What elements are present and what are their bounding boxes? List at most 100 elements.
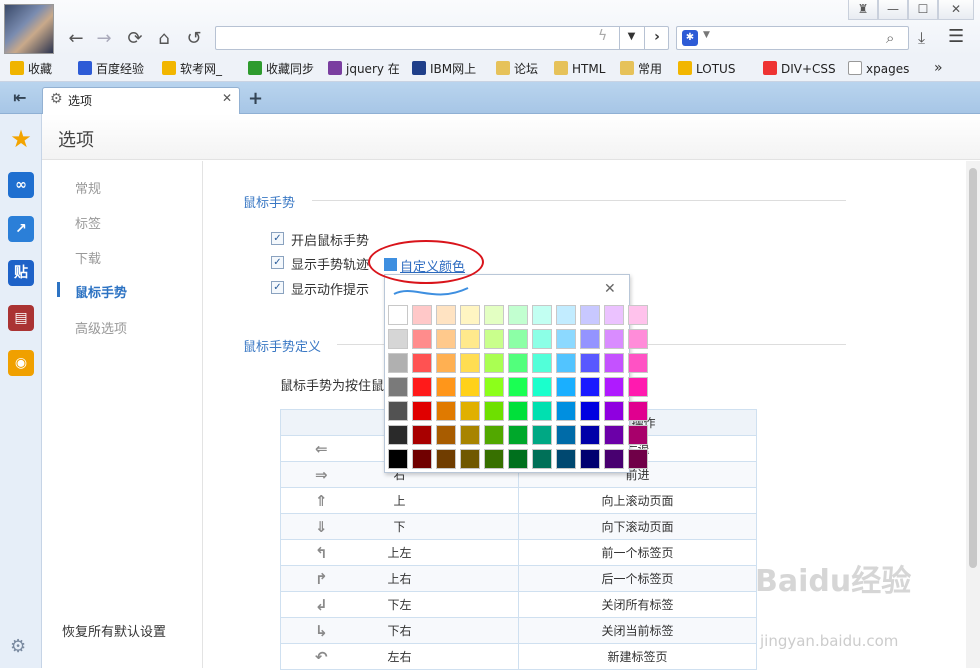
tab-close-icon[interactable]: ✕ <box>222 91 232 105</box>
color-swatch-cell[interactable] <box>580 401 600 421</box>
color-swatch-cell[interactable] <box>484 329 504 349</box>
favorites-star-icon[interactable]: ★ <box>8 126 34 152</box>
close-icon[interactable]: ✕ <box>604 281 616 297</box>
color-swatch-cell[interactable] <box>604 449 624 469</box>
forward-icon[interactable]: → <box>93 28 115 50</box>
color-swatch-cell[interactable] <box>484 353 504 373</box>
color-swatch-cell[interactable] <box>436 329 456 349</box>
nav-general[interactable]: 常规 <box>75 178 101 197</box>
color-swatch-cell[interactable] <box>388 353 408 373</box>
go-icon[interactable]: › <box>644 26 669 50</box>
nav-advanced[interactable]: 高级选项 <box>75 318 127 337</box>
color-swatch-cell[interactable] <box>508 305 528 325</box>
bookmark-item[interactable]: HTML <box>554 60 605 78</box>
color-swatch-cell[interactable] <box>556 353 576 373</box>
color-swatch-cell[interactable] <box>580 449 600 469</box>
color-swatch-cell[interactable] <box>508 449 528 469</box>
nav-tabs[interactable]: 标签 <box>75 213 101 232</box>
color-swatch-cell[interactable] <box>508 377 528 397</box>
back-icon[interactable]: ← <box>65 28 87 50</box>
color-swatch-cell[interactable] <box>604 305 624 325</box>
download-icon[interactable]: ⤓ <box>918 28 925 48</box>
color-swatch-cell[interactable] <box>508 401 528 421</box>
search-engine-dropdown-icon[interactable]: ▼ <box>703 30 710 40</box>
color-swatch-cell[interactable] <box>580 353 600 373</box>
search-input[interactable] <box>676 26 909 50</box>
color-swatch-cell[interactable] <box>532 305 552 325</box>
lightning-icon[interactable]: ϟ <box>598 28 614 48</box>
undo-icon[interactable]: ↺ <box>183 28 205 50</box>
tieba-icon[interactable]: 贴 <box>8 260 34 286</box>
bookmark-item[interactable]: 收藏同步 <box>248 60 314 78</box>
close-window-button[interactable]: ✕ <box>938 0 974 20</box>
color-swatch-cell[interactable] <box>388 425 408 445</box>
color-swatch-cell[interactable] <box>484 305 504 325</box>
color-swatch-cell[interactable] <box>532 377 552 397</box>
color-swatch-cell[interactable] <box>484 401 504 421</box>
restore-defaults-link[interactable]: 恢复所有默认设置 <box>62 621 166 640</box>
color-swatch-cell[interactable] <box>604 329 624 349</box>
color-swatch-cell[interactable] <box>436 449 456 469</box>
color-swatch-cell[interactable] <box>508 425 528 445</box>
color-swatch-cell[interactable] <box>412 329 432 349</box>
color-swatch-cell[interactable] <box>412 353 432 373</box>
color-swatch-cell[interactable] <box>556 329 576 349</box>
color-swatch-cell[interactable] <box>508 329 528 349</box>
new-tab-icon[interactable]: + <box>248 88 263 109</box>
color-swatch-cell[interactable] <box>604 377 624 397</box>
color-swatch-cell[interactable] <box>460 401 480 421</box>
color-swatch-cell[interactable] <box>484 377 504 397</box>
color-swatch-cell[interactable] <box>460 329 480 349</box>
sidebar-toggle-icon[interactable]: ⇤ <box>0 82 40 114</box>
color-swatch-cell[interactable] <box>580 329 600 349</box>
menu-icon[interactable]: ☰ <box>948 26 964 47</box>
color-swatch-cell[interactable] <box>460 305 480 325</box>
color-swatch-cell[interactable] <box>532 329 552 349</box>
nav-downloads[interactable]: 下载 <box>75 248 101 267</box>
reader-icon[interactable]: ▤ <box>8 305 34 331</box>
color-swatch-cell[interactable] <box>628 449 648 469</box>
weibo-icon[interactable]: ◉ <box>8 350 34 376</box>
sync-icon[interactable]: ∞ <box>8 172 34 198</box>
color-swatch-cell[interactable] <box>556 305 576 325</box>
color-swatch-cell[interactable] <box>436 377 456 397</box>
color-swatch-cell[interactable] <box>388 305 408 325</box>
color-swatch-cell[interactable] <box>508 353 528 373</box>
bookmark-item[interactable]: 百度经验 <box>78 60 144 78</box>
scrollbar-thumb[interactable] <box>969 168 977 568</box>
color-swatch-cell[interactable] <box>460 449 480 469</box>
color-swatch-cell[interactable] <box>556 449 576 469</box>
color-swatch-cell[interactable] <box>556 377 576 397</box>
color-swatch-cell[interactable] <box>628 353 648 373</box>
color-swatch-cell[interactable] <box>436 305 456 325</box>
color-swatch-cell[interactable] <box>460 377 480 397</box>
color-swatch-cell[interactable] <box>412 305 432 325</box>
color-swatch-cell[interactable] <box>412 449 432 469</box>
address-dropdown-icon[interactable]: ▼ <box>619 26 643 50</box>
color-swatch-cell[interactable] <box>580 425 600 445</box>
color-swatch-cell[interactable] <box>580 377 600 397</box>
color-swatch-cell[interactable] <box>412 377 432 397</box>
enable-gesture-checkbox[interactable]: ✓ <box>271 232 284 245</box>
color-swatch-cell[interactable] <box>580 305 600 325</box>
search-icon[interactable]: ⌕ <box>886 29 894 47</box>
user-avatar[interactable] <box>4 4 54 54</box>
color-swatch-cell[interactable] <box>412 425 432 445</box>
minimize-button[interactable]: — <box>878 0 908 20</box>
color-swatch-cell[interactable] <box>604 353 624 373</box>
color-swatch-cell[interactable] <box>436 353 456 373</box>
color-swatch-cell[interactable] <box>532 425 552 445</box>
show-hint-checkbox[interactable]: ✓ <box>271 281 284 294</box>
bookmark-item[interactable]: DIV+CSS <box>763 60 836 78</box>
search-engine-icon[interactable]: ✱ <box>682 30 698 46</box>
maximize-button[interactable]: ☐ <box>908 0 938 20</box>
settings-gear-icon[interactable]: ⚙ <box>10 636 26 657</box>
color-swatch-cell[interactable] <box>628 329 648 349</box>
color-swatch-cell[interactable] <box>412 401 432 421</box>
bookmark-item[interactable]: 软考网_ <box>162 60 222 78</box>
bookmark-item[interactable]: jquery 在 <box>328 60 400 78</box>
bookmark-item[interactable]: IBM网上 <box>412 60 476 78</box>
bookmark-item[interactable]: 收藏 <box>10 60 52 78</box>
color-swatch-cell[interactable] <box>628 377 648 397</box>
color-swatch-cell[interactable] <box>388 377 408 397</box>
